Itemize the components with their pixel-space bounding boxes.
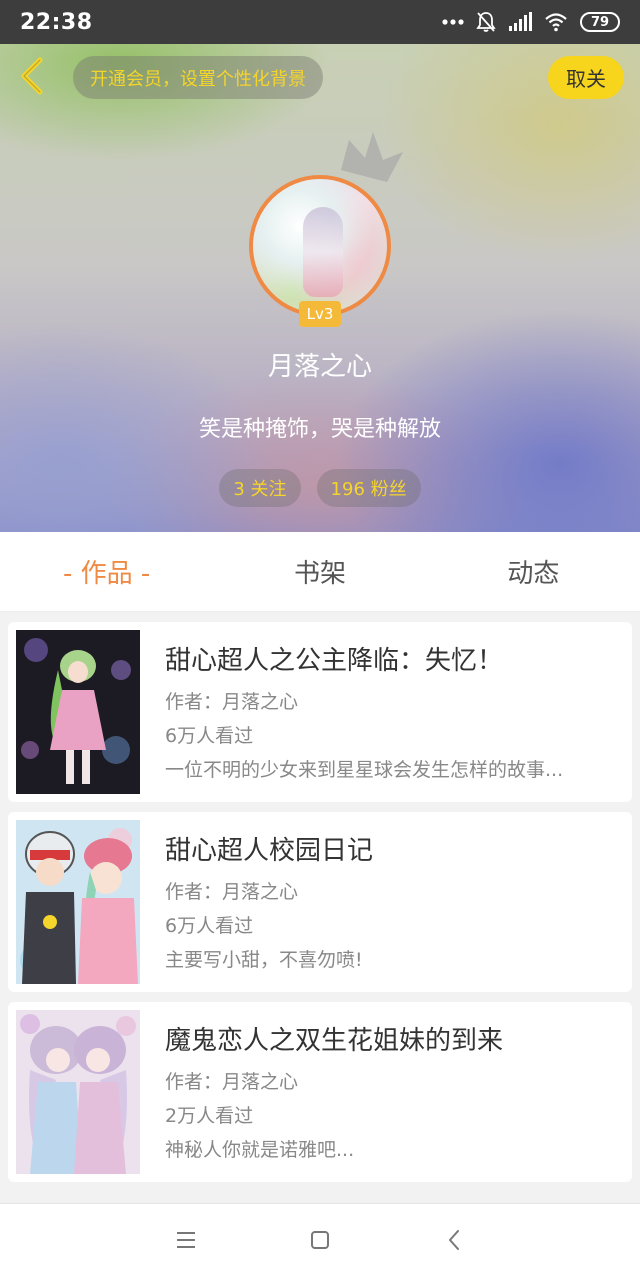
- work-title: 魔鬼恋人之双生花姐妹的到来: [165, 1026, 504, 1056]
- work-title: 甜心超人之公主降临：失忆！: [165, 646, 504, 676]
- back-arrow-icon: [18, 56, 46, 100]
- work-views: 6万人看过: [165, 915, 254, 937]
- cover-image: [16, 630, 140, 794]
- home-button[interactable]: [303, 1225, 337, 1259]
- work-info: 甜心超人之公主降临：失忆！ 作者：月落之心 6万人看过 一位不明的少女来到星星球…: [165, 640, 615, 787]
- signal-icon: [508, 12, 532, 32]
- more-dots-icon: [442, 18, 464, 26]
- work-info: 甜心超人校园日记 作者：月落之心 6万人看过 主要写小甜，不喜勿喷!: [165, 830, 615, 977]
- status-bar: 22:38 79: [0, 0, 640, 44]
- follow-stats: 3 关注 196 粉丝: [0, 469, 640, 507]
- work-description: 一位不明的少女来到星星球会发生怎样的故事...: [165, 759, 564, 781]
- work-description: 主要写小甜，不喜勿喷!: [165, 949, 363, 971]
- chevron-left-icon: [447, 1229, 461, 1255]
- battery-icon: 79: [580, 12, 620, 32]
- work-author: 作者：月落之心: [165, 881, 299, 903]
- work-author: 作者：月落之心: [165, 691, 299, 713]
- wifi-icon: [544, 12, 568, 32]
- unfollow-button[interactable]: 取关: [548, 56, 624, 99]
- list-item[interactable]: 魔鬼恋人之双生花姐妹的到来 作者：月落之心 2万人看过 神秘人你就是诺雅吧...: [8, 1002, 632, 1182]
- cover-image: [16, 820, 140, 984]
- signature: 笑是种掩饰，哭是种解放: [198, 417, 441, 442]
- avatar[interactable]: Lv3: [249, 175, 391, 327]
- list-item[interactable]: 甜心超人之公主降临：失忆！ 作者：月落之心 6万人看过 一位不明的少女来到星星球…: [8, 622, 632, 802]
- tab-activity[interactable]: 动态: [427, 553, 640, 590]
- status-time: 22:38: [20, 9, 93, 35]
- profile-tabs: - 作品 - 书架 动态: [0, 532, 640, 612]
- work-author: 作者：月落之心: [165, 1071, 299, 1093]
- work-views: 2万人看过: [165, 1105, 254, 1127]
- work-info: 魔鬼恋人之双生花姐妹的到来 作者：月落之心 2万人看过 神秘人你就是诺雅吧...: [165, 1020, 615, 1167]
- level-badge: Lv3: [299, 301, 341, 327]
- back-button[interactable]: [14, 56, 50, 100]
- username: 月落之心: [267, 352, 372, 382]
- avatar-figure: [303, 207, 343, 297]
- cover-image: [16, 1010, 140, 1174]
- home-square-icon: [310, 1230, 330, 1254]
- work-title: 甜心超人校园日记: [165, 836, 374, 866]
- avatar-image: [249, 175, 391, 317]
- tab-bookshelf[interactable]: 书架: [213, 553, 426, 590]
- following-count[interactable]: 3 关注: [219, 469, 301, 507]
- list-item[interactable]: 甜心超人校园日记 作者：月落之心 6万人看过 主要写小甜，不喜勿喷!: [8, 812, 632, 992]
- menu-button[interactable]: [169, 1225, 203, 1259]
- menu-icon: [175, 1231, 197, 1253]
- system-nav-bar: [0, 1203, 640, 1280]
- work-views: 6万人看过: [165, 725, 254, 747]
- status-icons: 79: [442, 11, 620, 33]
- work-description: 神秘人你就是诺雅吧...: [165, 1139, 355, 1161]
- works-list: 甜心超人之公主降临：失忆！ 作者：月落之心 6万人看过 一位不明的少女来到星星球…: [8, 622, 632, 1192]
- system-back-button[interactable]: [437, 1225, 471, 1259]
- profile-header: 开通会员，设置个性化背景 取关 Lv3 月落之心 笑是种掩饰，哭是种解放 3 关…: [0, 44, 640, 532]
- tab-works[interactable]: - 作品 -: [0, 553, 213, 590]
- vip-background-prompt[interactable]: 开通会员，设置个性化背景: [73, 56, 323, 99]
- followers-count[interactable]: 196 粉丝: [316, 469, 421, 507]
- mute-bell-icon: [476, 11, 496, 33]
